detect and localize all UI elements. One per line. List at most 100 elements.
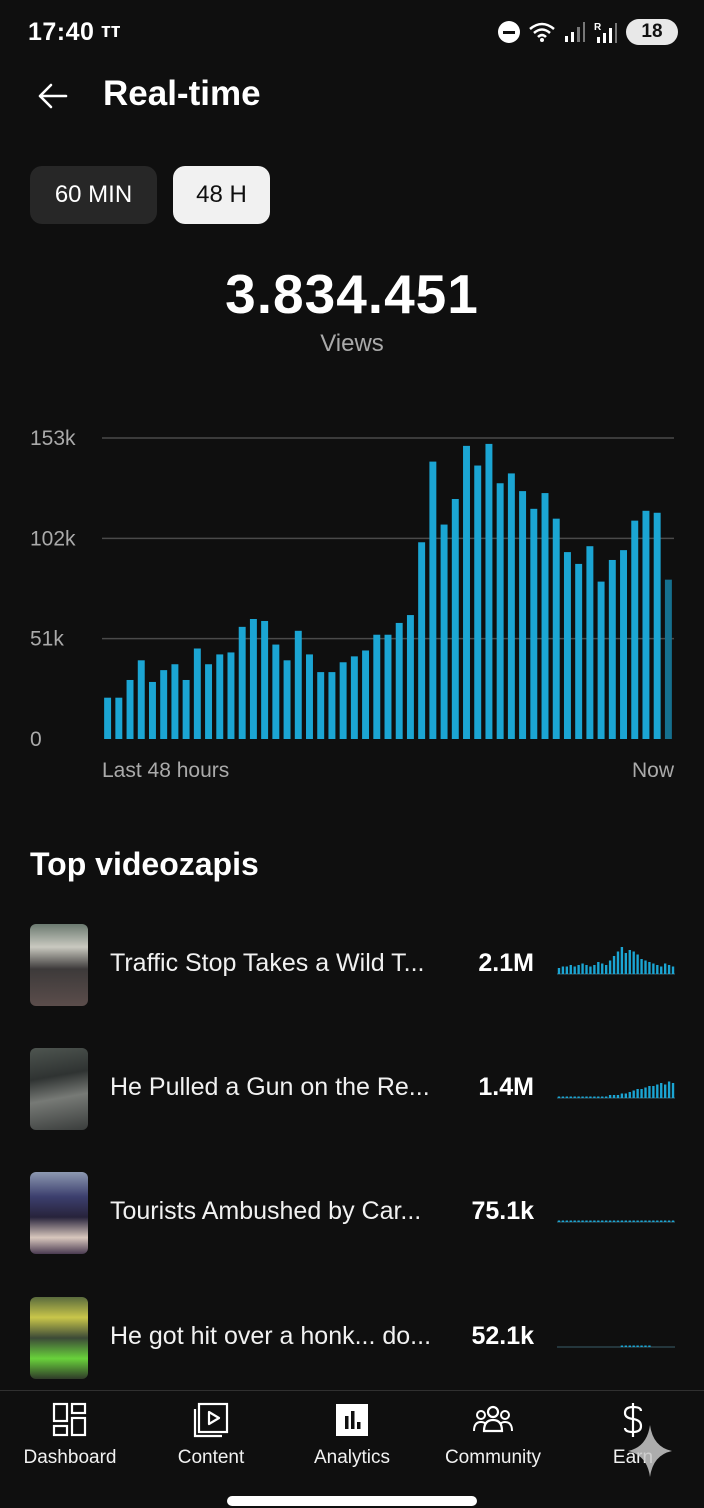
analytics-icon <box>336 1404 368 1436</box>
range-tab-48-h[interactable]: 48 H <box>173 166 270 224</box>
sparkline-bar <box>601 1096 604 1098</box>
y-tick-label: 0 <box>30 728 42 751</box>
sparkline-bar <box>616 951 620 974</box>
sparkline-bar <box>656 1084 659 1098</box>
chart-bar <box>642 510 650 739</box>
sparkline-bar <box>667 1220 671 1222</box>
chart-bar <box>328 672 336 739</box>
views-bar-chart: 0 51k 102k 153k Last 48 hours Now <box>30 427 675 782</box>
chart-bar <box>653 512 661 739</box>
video-row[interactable]: He got hit over a honk... do... 52.1k <box>0 1297 704 1379</box>
sparkline-bar <box>585 965 588 974</box>
y-tick-label: 153k <box>30 427 76 450</box>
chart-bar <box>608 559 616 739</box>
sparkline-bar <box>589 1096 592 1098</box>
sparkline-bar <box>593 965 596 974</box>
nav-analytics[interactable]: Analytics <box>282 1401 422 1481</box>
sparkline-bar <box>581 963 584 974</box>
sparkline-bar <box>636 1220 639 1222</box>
video-sparkline <box>557 947 675 975</box>
x-start-label: Last 48 hours <box>102 759 229 782</box>
sparkline-bar <box>620 1345 624 1347</box>
sparkline-bar <box>616 1220 620 1222</box>
sparkline-bar <box>577 965 580 974</box>
sparkline-bar <box>604 965 608 974</box>
sparkline-bar <box>608 1095 612 1098</box>
sparkline-bar <box>624 1345 628 1347</box>
video-thumbnail <box>30 924 88 1006</box>
signal-icon <box>565 22 585 42</box>
sparkline-bar <box>561 1096 565 1098</box>
sparkline-bar <box>632 1090 635 1098</box>
chart-bar <box>463 445 470 739</box>
chart-bar <box>418 542 426 739</box>
video-views: 75.1k <box>471 1197 534 1225</box>
chart-bar <box>272 644 280 739</box>
bottom-navigation: Dashboard Content Analytics Community Ea… <box>0 1390 704 1508</box>
sparkline-bar <box>660 966 663 974</box>
chart-bar <box>530 508 538 739</box>
sparkline-bar <box>604 1096 608 1098</box>
video-row[interactable]: Traffic Stop Takes a Wild T... 2.1M <box>0 924 704 1006</box>
sparkline-bar <box>656 965 659 974</box>
video-sparkline <box>557 1345 675 1348</box>
sparkline-bar <box>612 1095 616 1098</box>
sparkline-bar <box>624 1093 628 1098</box>
sparkline-bar <box>569 1220 572 1222</box>
chart-bar <box>171 664 179 739</box>
range-tab-60-min[interactable]: 60 MIN <box>30 166 157 224</box>
back-arrow-icon[interactable] <box>34 76 74 116</box>
chart-bar <box>193 648 201 739</box>
wifi-icon <box>529 22 555 42</box>
chart-bar <box>519 491 527 739</box>
sparkline-bar <box>565 966 569 974</box>
sparkline-bar <box>597 1220 600 1222</box>
nav-label: Dashboard <box>23 1447 117 1468</box>
chart-bar <box>395 622 403 739</box>
sparkline-bar <box>601 1220 604 1222</box>
chart-bar <box>474 465 482 739</box>
sparkline-bar <box>597 962 600 974</box>
sparkline-bar <box>632 1220 635 1222</box>
nav-dashboard[interactable]: Dashboard <box>0 1401 140 1481</box>
chart-bar <box>160 670 168 739</box>
sparkline-bar <box>632 951 635 974</box>
chart-bar <box>384 634 392 739</box>
status-icons: R 18 <box>498 17 678 47</box>
chart-bar <box>507 473 515 739</box>
status-time: 17:40 <box>28 18 95 46</box>
battery-indicator: 18 <box>626 19 678 45</box>
video-row[interactable]: Tourists Ambushed by Car... 75.1k <box>0 1172 704 1254</box>
video-views: 2.1M <box>478 949 534 977</box>
video-row[interactable]: He Pulled a Gun on the Re... 1.4M <box>0 1048 704 1130</box>
chart-bar <box>552 518 560 739</box>
chart-bar <box>137 660 145 739</box>
nav-community[interactable]: Community <box>423 1401 563 1481</box>
video-title: He Pulled a Gun on the Re... <box>110 1073 430 1101</box>
sparkline-bar <box>585 1220 588 1222</box>
video-sparkline <box>557 1081 675 1099</box>
sparkline-bar <box>604 1220 608 1222</box>
sparkline-bar <box>569 965 572 974</box>
sparkline-bar <box>656 1220 659 1222</box>
chart-bar <box>126 679 134 739</box>
sparkline-bar <box>660 1083 663 1098</box>
sparkline-bar <box>581 1220 584 1222</box>
nav-content[interactable]: Content <box>141 1401 281 1481</box>
chart-bar <box>664 579 672 739</box>
sparkline-bar <box>624 1220 628 1222</box>
sparkline-bar <box>671 966 675 974</box>
sparkline-bar <box>640 1220 643 1222</box>
chart-bar <box>575 563 583 739</box>
sparkline-bar <box>663 1084 667 1098</box>
sparkline-bar <box>671 1220 675 1222</box>
sparkline-bar <box>636 1345 639 1347</box>
y-tick-label: 51k <box>30 628 64 651</box>
sparkle-icon[interactable] <box>626 1423 674 1479</box>
chart-bar <box>485 443 493 739</box>
chart-bar <box>317 672 325 739</box>
chart-bar <box>440 524 448 739</box>
sparkline-bar <box>573 966 576 974</box>
sparkline-bar <box>652 1086 655 1098</box>
sparkline-bar <box>620 1093 624 1098</box>
